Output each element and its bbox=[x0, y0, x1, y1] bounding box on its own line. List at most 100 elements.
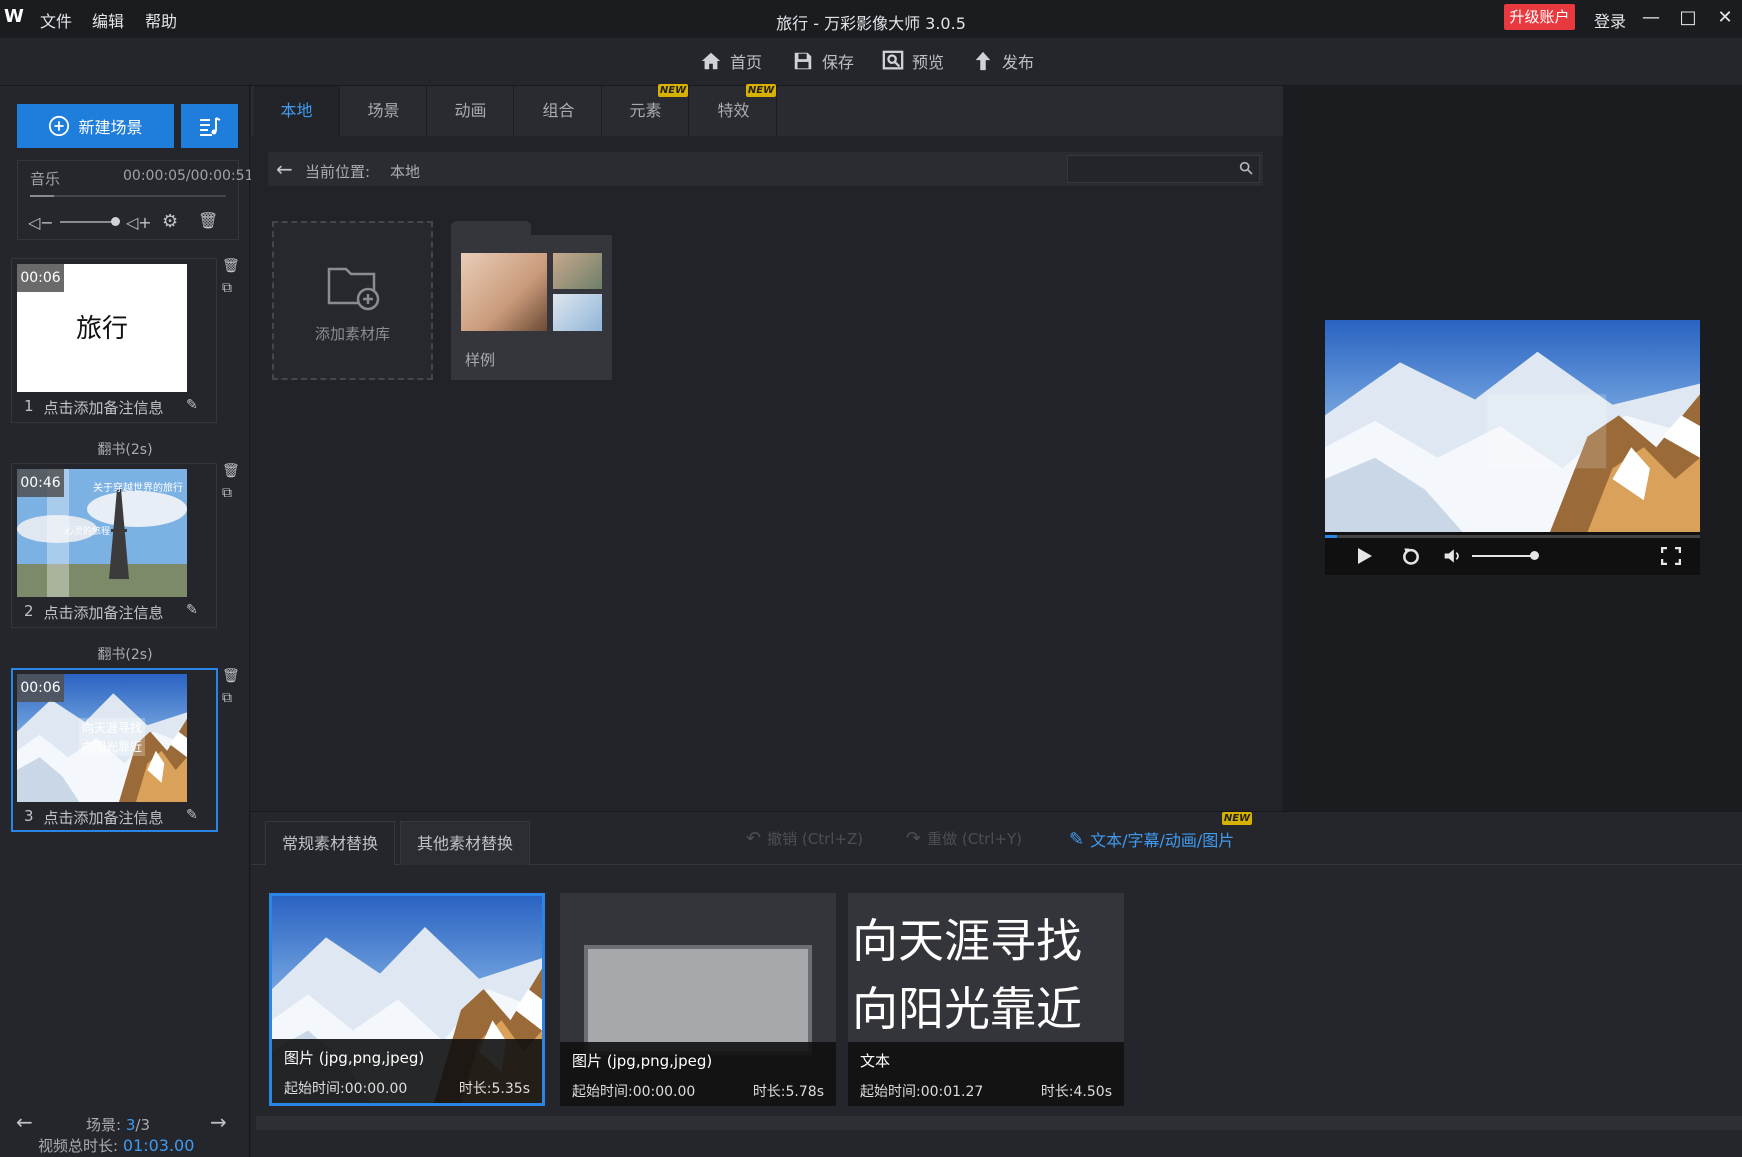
new-scene-label: 新建场景 bbox=[78, 118, 143, 137]
sample-folder-label: 样例 bbox=[465, 351, 496, 369]
trash-icon[interactable]: 🗑 bbox=[198, 211, 218, 230]
asset-duration-3: 时长:4.50s bbox=[1040, 1084, 1112, 1100]
menu-file[interactable]: 文件 bbox=[40, 8, 72, 32]
scene-thumbnail-2[interactable]: 00:46 关于穿越世界的旅行 心灵的旅程 bbox=[17, 469, 187, 597]
tab-other-replace[interactable]: 其他素材替换 bbox=[400, 821, 530, 865]
publish-button[interactable]: 发布 bbox=[972, 48, 1034, 74]
scene-note-row-1[interactable]: 1 点击添加备注信息 bbox=[24, 397, 164, 418]
asset-type-3: 文本 bbox=[860, 1052, 891, 1070]
volume-slider[interactable] bbox=[60, 217, 120, 226]
gear-icon[interactable]: ⚙ bbox=[162, 211, 178, 232]
search-input[interactable] bbox=[1067, 155, 1260, 183]
copy-scene-icon[interactable]: ⧉ bbox=[222, 485, 232, 501]
new-scene-button[interactable]: 新建场景 bbox=[17, 104, 174, 148]
copy-scene-icon[interactable]: ⧉ bbox=[222, 280, 232, 296]
music-list-button[interactable] bbox=[181, 104, 238, 148]
asset-start-2: 起始时间:00:00.00 bbox=[572, 1084, 696, 1100]
music-label: 音乐 bbox=[30, 170, 61, 188]
preview-label: 预览 bbox=[912, 53, 945, 72]
tab-combination[interactable]: 组合 bbox=[516, 86, 602, 136]
scene-counter-total: /3 bbox=[135, 1116, 150, 1134]
volume-up-icon[interactable]: ◁+ bbox=[126, 213, 152, 232]
music-progress-bar[interactable] bbox=[30, 195, 226, 197]
home-button[interactable]: 首页 bbox=[700, 48, 762, 74]
pencil-icon: ✎ bbox=[1069, 828, 1085, 850]
tab-regular-replace[interactable]: 常规素材替换 bbox=[265, 821, 395, 865]
horizontal-scrollbar[interactable] bbox=[256, 1116, 1742, 1130]
volume-down-icon[interactable]: ◁− bbox=[28, 213, 54, 232]
fullscreen-icon[interactable] bbox=[1661, 547, 1681, 565]
preview-progress-bar[interactable] bbox=[1325, 535, 1700, 538]
save-icon bbox=[794, 52, 812, 70]
redo-icon: ↷ bbox=[906, 828, 922, 849]
sample-thumb-child bbox=[553, 253, 602, 289]
plus-circle-icon bbox=[49, 115, 70, 137]
redo-label: 重做 (Ctrl+Y) bbox=[927, 830, 1022, 848]
scene-note-row-2[interactable]: 2 点击添加备注信息 bbox=[24, 602, 164, 623]
text-edit-link[interactable]: ✎ 文本/字幕/动画/图片 bbox=[1069, 827, 1234, 851]
asset-duration-2: 时长:5.78s bbox=[752, 1084, 824, 1100]
volume-icon[interactable] bbox=[1443, 547, 1463, 565]
asset-card-image-2[interactable]: 图片 (jpg,png,jpeg) 起始时间:00:00.00 时长:5.78s bbox=[560, 893, 836, 1106]
login-button[interactable]: 登录 bbox=[1594, 8, 1626, 32]
home-label: 首页 bbox=[730, 53, 763, 72]
tab-local[interactable]: 本地 bbox=[254, 86, 340, 136]
scene-counter: 场景: 3/3 bbox=[86, 1114, 150, 1135]
menu-edit[interactable]: 编辑 bbox=[92, 8, 124, 32]
preview-icon bbox=[882, 50, 904, 70]
replay-icon[interactable] bbox=[1401, 546, 1421, 566]
app-logo: W bbox=[4, 6, 24, 27]
menu-help[interactable]: 帮助 bbox=[145, 8, 177, 32]
sample-thumb-baby bbox=[553, 294, 602, 331]
close-button[interactable]: ✕ bbox=[1710, 4, 1740, 32]
copy-scene-icon[interactable]: ⧉ bbox=[222, 690, 232, 706]
scene-note-row-3[interactable]: 3 点击添加备注信息 bbox=[24, 807, 164, 828]
edit-pencil-icon[interactable]: ✎ bbox=[186, 807, 198, 823]
scene-thumbnail-3[interactable]: 00:06 向天涯寻找 向阳光靠近 bbox=[17, 674, 187, 802]
sample-thumb-portrait bbox=[461, 253, 547, 331]
scene-counter-current: 3 bbox=[125, 1116, 136, 1134]
transition-label-2[interactable]: 翻书(2s) bbox=[0, 644, 250, 664]
music-time: 00:00:05/00:00:51 bbox=[123, 168, 254, 184]
tab-animation[interactable]: 动画 bbox=[428, 86, 514, 136]
save-button[interactable]: 保存 bbox=[792, 48, 854, 74]
scene-duration-1: 00:06 bbox=[17, 264, 64, 292]
redo-button[interactable]: ↷ 重做 (Ctrl+Y) bbox=[906, 828, 1022, 849]
delete-scene-icon[interactable]: 🗑 bbox=[222, 668, 240, 684]
tab-scene[interactable]: 场景 bbox=[341, 86, 427, 136]
preview-button[interactable]: 预览 bbox=[882, 48, 944, 74]
undo-button[interactable]: ↶ 撤销 (Ctrl+Z) bbox=[746, 828, 863, 849]
asset-type-1: 图片 (jpg,png,jpeg) bbox=[284, 1049, 425, 1067]
transition-label-1[interactable]: 翻书(2s) bbox=[0, 439, 250, 459]
minimize-button[interactable]: — bbox=[1636, 4, 1666, 32]
scene-note-3[interactable]: 点击添加备注信息 bbox=[44, 807, 164, 828]
asset-card-text[interactable]: 向天涯寻找 向阳光靠近 文本 起始时间:00:01.27 时长:4.50s bbox=[848, 893, 1124, 1106]
edit-pencil-icon[interactable]: ✎ bbox=[186, 397, 198, 413]
maximize-button[interactable]: □ bbox=[1673, 4, 1703, 32]
total-duration-value: 01:03.00 bbox=[122, 1136, 195, 1155]
delete-scene-icon[interactable]: 🗑 bbox=[222, 463, 240, 479]
preview-volume-slider[interactable] bbox=[1472, 551, 1539, 560]
undo-label: 撤销 (Ctrl+Z) bbox=[767, 830, 864, 848]
scene-index-2: 2 bbox=[24, 602, 34, 620]
asset-card-image-1[interactable]: 图片 (jpg,png,jpeg) 起始时间:00:00.00 时长:5.35s bbox=[269, 893, 545, 1106]
prev-scene-arrow-icon[interactable]: ← bbox=[16, 1110, 33, 1134]
sample-folder[interactable]: 样例 bbox=[451, 235, 612, 380]
add-library-button[interactable]: 添加素材库 bbox=[272, 221, 433, 380]
scene-title-text-1: 旅行 bbox=[75, 314, 128, 344]
play-icon[interactable] bbox=[1357, 547, 1373, 565]
search-icon[interactable] bbox=[1238, 160, 1254, 176]
path-value[interactable]: 本地 bbox=[390, 161, 420, 182]
preview-mountain-image bbox=[1325, 320, 1700, 532]
next-scene-arrow-icon[interactable]: → bbox=[210, 1110, 227, 1134]
back-arrow-icon[interactable]: ← bbox=[276, 157, 293, 181]
upgrade-account-button[interactable]: 升级账户 bbox=[1504, 4, 1575, 30]
scene-note-1[interactable]: 点击添加备注信息 bbox=[44, 397, 164, 418]
delete-scene-icon[interactable]: 🗑 bbox=[222, 258, 240, 274]
scene-note-2[interactable]: 点击添加备注信息 bbox=[44, 602, 164, 623]
scene-thumbnail-1[interactable]: 00:06 旅行 bbox=[17, 264, 187, 392]
edit-pencil-icon[interactable]: ✎ bbox=[186, 602, 198, 618]
title-bar bbox=[0, 0, 1742, 38]
undo-icon: ↶ bbox=[746, 828, 762, 849]
scene-duration-3: 00:06 bbox=[17, 674, 64, 702]
